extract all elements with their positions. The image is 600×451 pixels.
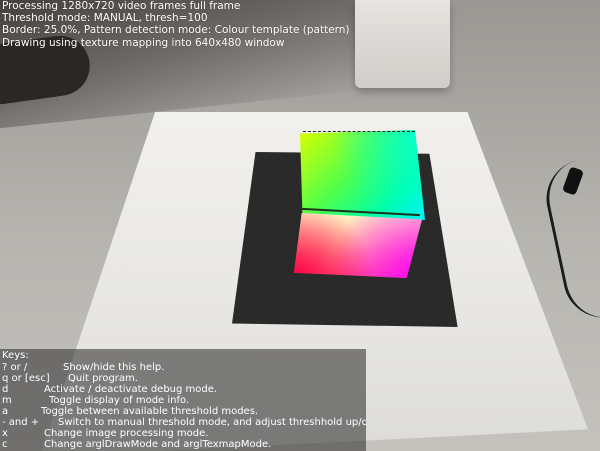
help-row: - and + Switch to manual threshold mode,… xyxy=(0,417,366,428)
monitor-stand xyxy=(355,0,450,88)
info-line-threshold: Threshold mode: MANUAL, thresh=100 xyxy=(2,12,208,25)
info-line-border: Border: 25.0%, Pattern detection mode: C… xyxy=(2,24,350,37)
help-key: m xyxy=(2,395,12,406)
help-desc: Show/hide this help. xyxy=(63,362,165,373)
ar-cube-outline xyxy=(303,131,415,133)
help-key: a xyxy=(2,406,9,417)
help-row: d Activate / deactivate debug mode. xyxy=(0,384,366,395)
info-line-processing: Processing 1280x720 video frames full fr… xyxy=(2,0,241,12)
help-key: ? or / xyxy=(2,362,28,373)
help-desc: Activate / deactivate debug mode. xyxy=(44,384,218,395)
help-key: d xyxy=(2,384,9,395)
help-row: m Toggle display of mode info. xyxy=(0,395,366,406)
help-row: q or [esc] Quit program. xyxy=(0,373,366,384)
help-desc: Toggle display of mode info. xyxy=(49,395,190,406)
help-desc: Toggle between available threshold modes… xyxy=(41,406,259,417)
help-desc: Change arglDrawMode and arglTexmapMode. xyxy=(44,439,272,450)
help-title: Keys: xyxy=(2,350,29,361)
help-key: q or [esc] xyxy=(2,373,50,384)
info-line-drawing: Drawing using texture mapping into 640x4… xyxy=(2,36,285,49)
help-row: c Change arglDrawMode and arglTexmapMode… xyxy=(0,439,366,450)
help-row: ? or / Show/hide this help. xyxy=(0,362,366,373)
mode-info-overlay: Processing 1280x720 video frames full fr… xyxy=(2,0,350,49)
help-key: x xyxy=(2,428,8,439)
help-desc: Switch to manual threshold mode, and adj… xyxy=(58,417,366,428)
help-panel: Keys: ? or / Show/hide this help. q or [… xyxy=(0,349,366,451)
help-row: a Toggle between available threshold mod… xyxy=(0,406,366,417)
ar-cube-top-face xyxy=(300,130,425,220)
ar-cube-front-face xyxy=(294,213,422,278)
help-row: x Change image processing mode. xyxy=(0,428,366,439)
help-key: c xyxy=(2,439,8,450)
help-desc: Quit program. xyxy=(68,373,138,384)
help-key: - and + xyxy=(2,417,40,428)
help-desc: Change image processing mode. xyxy=(44,428,209,439)
